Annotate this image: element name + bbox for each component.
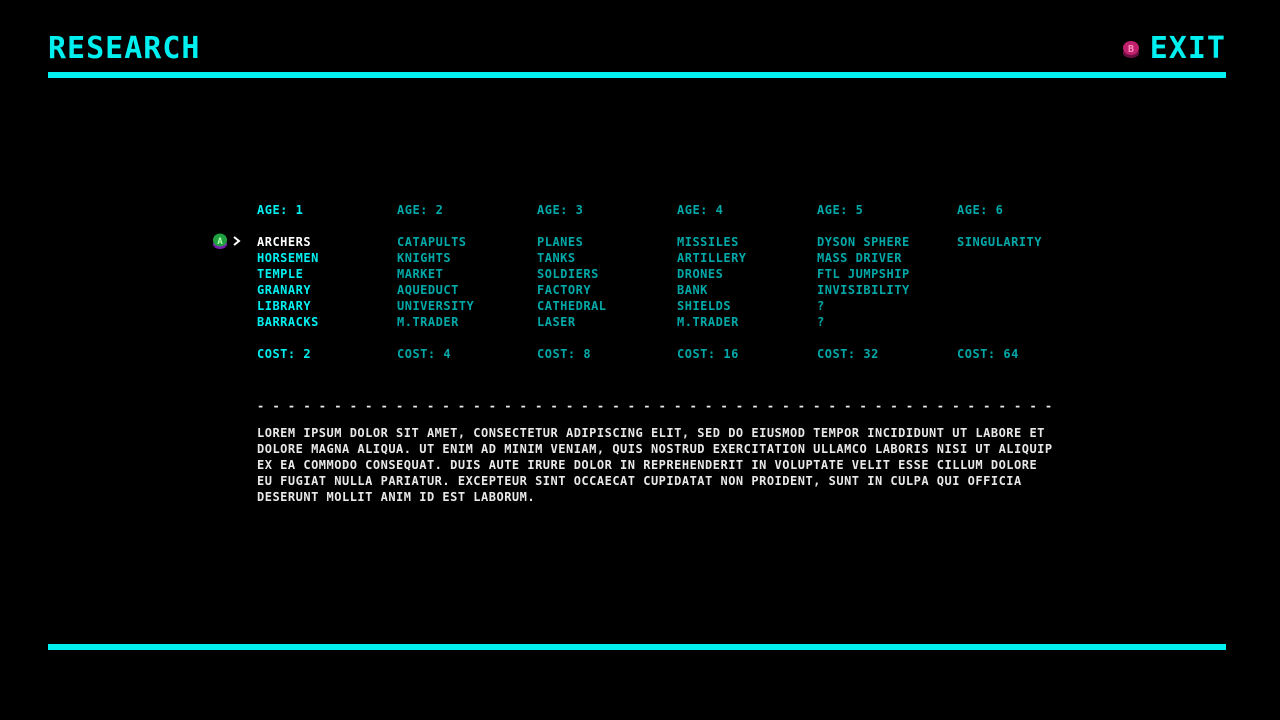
tech-item-horsemen[interactable]: HORSEMEN xyxy=(257,250,319,266)
exit-label: EXIT xyxy=(1149,31,1226,66)
header-rule xyxy=(48,72,1226,78)
age-label: AGE: 5 xyxy=(817,203,864,217)
pointer-arrow-icon xyxy=(233,236,241,246)
tech-item-shields[interactable]: SHIELDS xyxy=(677,298,747,314)
tech-item-drones[interactable]: DRONES xyxy=(677,266,747,282)
selection-cursor: A xyxy=(212,232,242,250)
svg-text:B: B xyxy=(1128,44,1134,55)
tech-item-dyson-sphere[interactable]: DYSON SPHERE xyxy=(817,234,910,250)
tech-list: PLANES TANKS SOLDIERS FACTORY CATHEDRAL … xyxy=(537,234,607,330)
svg-text:A: A xyxy=(217,237,223,247)
tech-item-barracks[interactable]: BARRACKS xyxy=(257,314,319,330)
exit-button[interactable]: B EXIT xyxy=(1122,32,1226,66)
age-label: AGE: 1 xyxy=(257,203,304,217)
dashed-divider: - - - - - - - - - - - - - - - - - - - - … xyxy=(257,399,1057,413)
tech-item-catapults[interactable]: CATAPULTS xyxy=(397,234,474,250)
tech-item-tanks[interactable]: TANKS xyxy=(537,250,607,266)
tech-item-m-trader[interactable]: M.TRADER xyxy=(677,314,747,330)
a-button-icon: A xyxy=(213,233,227,249)
tech-item-unknown[interactable]: ? xyxy=(817,298,910,314)
age-cost: COST: 16 xyxy=(677,347,739,361)
tech-item-temple[interactable]: TEMPLE xyxy=(257,266,319,282)
footer-rule xyxy=(48,644,1226,650)
age-cost: COST: 4 xyxy=(397,347,452,361)
research-tree: AGE: 1 ARCHERS HORSEMEN TEMPLE GRANARY L… xyxy=(257,202,1077,372)
tech-item-market[interactable]: MARKET xyxy=(397,266,474,282)
tech-item-aqueduct[interactable]: AQUEDUCT xyxy=(397,282,474,298)
tech-list: DYSON SPHERE MASS DRIVER FTL JUMPSHIP IN… xyxy=(817,234,910,330)
age-label: AGE: 6 xyxy=(957,203,1004,217)
tech-item-soldiers[interactable]: SOLDIERS xyxy=(537,266,607,282)
age-cost: COST: 8 xyxy=(537,347,592,361)
b-button-icon: B xyxy=(1122,41,1139,58)
tech-item-cathedral[interactable]: CATHEDRAL xyxy=(537,298,607,314)
tech-list: ARCHERS HORSEMEN TEMPLE GRANARY LIBRARY … xyxy=(257,234,319,330)
tech-item-invisibility[interactable]: INVISIBILITY xyxy=(817,282,910,298)
tech-item-knights[interactable]: KNIGHTS xyxy=(397,250,474,266)
tech-item-archers[interactable]: ARCHERS xyxy=(257,234,319,250)
tech-item-laser[interactable]: LASER xyxy=(537,314,607,330)
tech-item-m-trader[interactable]: M.TRADER xyxy=(397,314,474,330)
age-label: AGE: 4 xyxy=(677,203,724,217)
tech-item-missiles[interactable]: MISSILES xyxy=(677,234,747,250)
age-cost: COST: 32 xyxy=(817,347,879,361)
tech-description: LOREM IPSUM DOLOR SIT AMET, CONSECTETUR … xyxy=(257,426,1053,504)
tech-item-granary[interactable]: GRANARY xyxy=(257,282,319,298)
tech-item-planes[interactable]: PLANES xyxy=(537,234,607,250)
age-cost: COST: 2 xyxy=(257,347,312,361)
tech-item-ftl-jumpship[interactable]: FTL JUMPSHIP xyxy=(817,266,910,282)
age-label: AGE: 2 xyxy=(397,203,444,217)
age-label: AGE: 3 xyxy=(537,203,584,217)
tech-item-bank[interactable]: BANK xyxy=(677,282,747,298)
tech-item-library[interactable]: LIBRARY xyxy=(257,298,319,314)
tech-item-university[interactable]: UNIVERSITY xyxy=(397,298,474,314)
tech-list: CATAPULTS KNIGHTS MARKET AQUEDUCT UNIVER… xyxy=(397,234,474,330)
tech-item-artillery[interactable]: ARTILLERY xyxy=(677,250,747,266)
tech-item-mass-driver[interactable]: MASS DRIVER xyxy=(817,250,910,266)
tech-list: MISSILES ARTILLERY DRONES BANK SHIELDS M… xyxy=(677,234,747,330)
tech-item-unknown[interactable]: ? xyxy=(817,314,910,330)
tech-list: SINGULARITY xyxy=(957,234,1042,250)
tech-item-singularity[interactable]: SINGULARITY xyxy=(957,234,1042,250)
tech-item-factory[interactable]: FACTORY xyxy=(537,282,607,298)
page-title: RESEARCH xyxy=(48,31,201,66)
age-cost: COST: 64 xyxy=(957,347,1019,361)
